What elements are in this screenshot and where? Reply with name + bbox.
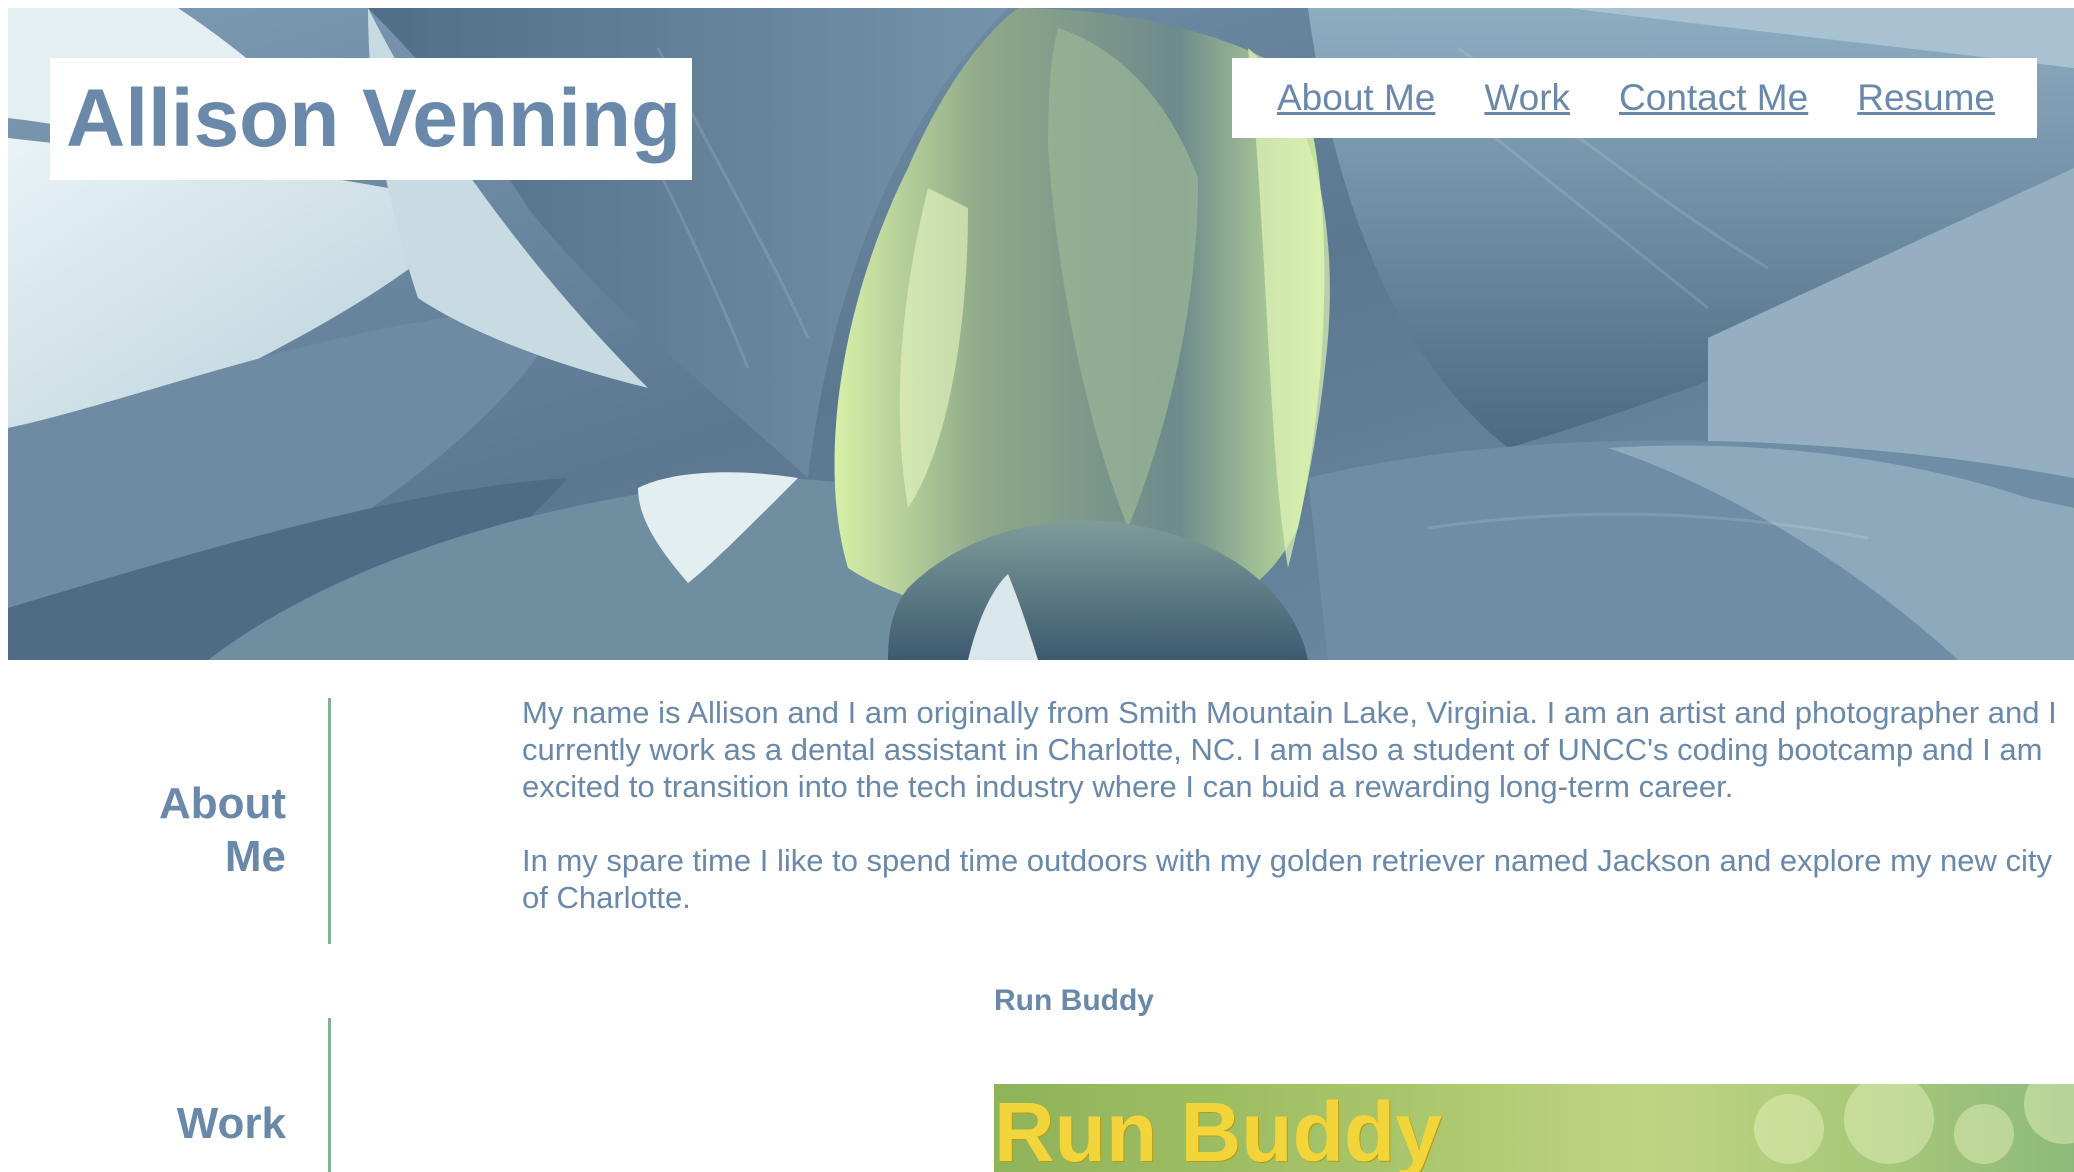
project-image-text: Run Buddy <box>994 1085 1442 1172</box>
bokeh-light <box>1754 1094 1824 1164</box>
about-me-heading: About Me <box>158 778 286 881</box>
site-title-box: Allison Venning <box>50 58 692 180</box>
work-heading: Work <box>176 1098 286 1148</box>
nav-link-contact-me[interactable]: Contact Me <box>1619 77 1808 119</box>
about-me-content: My name is Allison and I am originally f… <box>522 694 2067 953</box>
hero-banner-image: Allison Venning About Me Work Contact Me… <box>8 8 2074 660</box>
nav-link-about-me[interactable]: About Me <box>1277 77 1435 119</box>
project-title-run-buddy: Run Buddy <box>994 984 1154 1017</box>
nav-link-resume[interactable]: Resume <box>1857 77 1995 119</box>
nav-link-work[interactable]: Work <box>1484 77 1570 119</box>
bokeh-light <box>2024 1084 2074 1144</box>
work-section-divider <box>328 1018 331 1172</box>
bokeh-light <box>1954 1104 2014 1164</box>
about-section-divider <box>328 698 331 944</box>
project-image-run-buddy[interactable]: Run Buddy <box>994 1084 2074 1172</box>
portfolio-page: Allison Venning About Me Work Contact Me… <box>0 0 2074 1172</box>
about-paragraph: In my spare time I like to spend time ou… <box>522 843 2053 915</box>
main-navigation: About Me Work Contact Me Resume <box>1232 58 2037 138</box>
site-title: Allison Venning <box>66 73 682 164</box>
bokeh-light <box>1844 1084 1934 1164</box>
about-paragraph: My name is Allison and I am originally f… <box>522 695 2057 804</box>
